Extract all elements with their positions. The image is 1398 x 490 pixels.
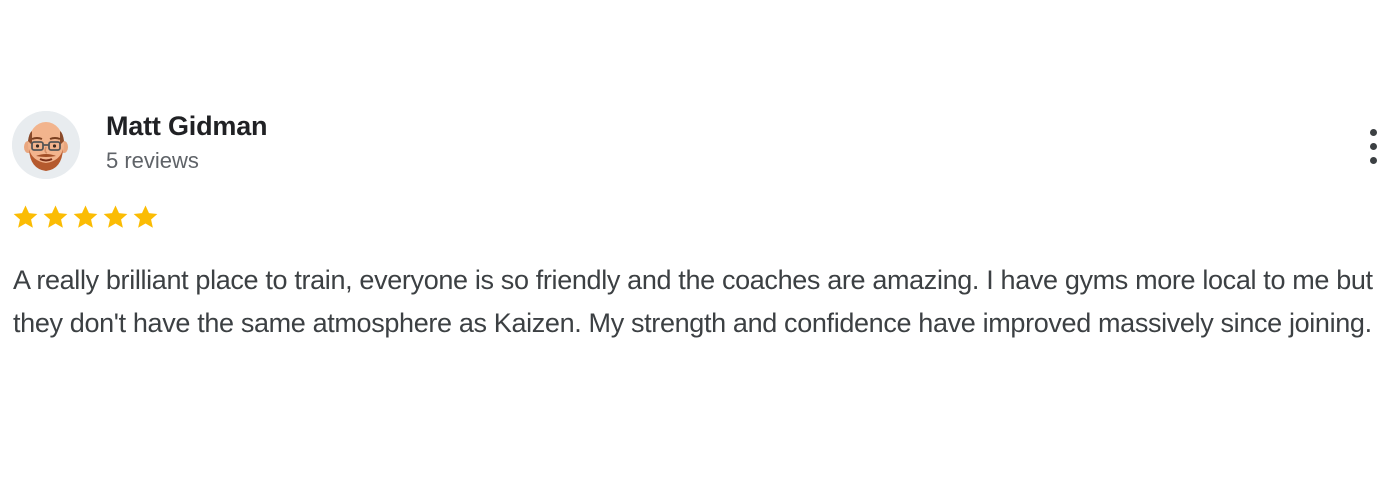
star-icon: [41, 200, 70, 234]
review-text: A really brilliant place to train, every…: [13, 265, 1373, 338]
star-rating: [11, 200, 160, 234]
star-icon: [71, 200, 100, 234]
star-icon: [101, 200, 130, 234]
author-name[interactable]: Matt Gidman: [106, 110, 268, 142]
more-options-button[interactable]: [1358, 124, 1390, 168]
review-count[interactable]: 5 reviews: [106, 147, 199, 175]
more-vertical-icon: [1370, 157, 1377, 164]
star-icon: [11, 200, 40, 234]
more-vertical-icon: [1370, 129, 1377, 136]
more-vertical-icon: [1370, 143, 1377, 150]
avatar-icon: [12, 111, 80, 179]
review-card: Matt Gidman 5 reviews A really brilliant…: [0, 0, 1398, 490]
star-icon: [131, 200, 160, 234]
avatar[interactable]: [12, 111, 80, 179]
